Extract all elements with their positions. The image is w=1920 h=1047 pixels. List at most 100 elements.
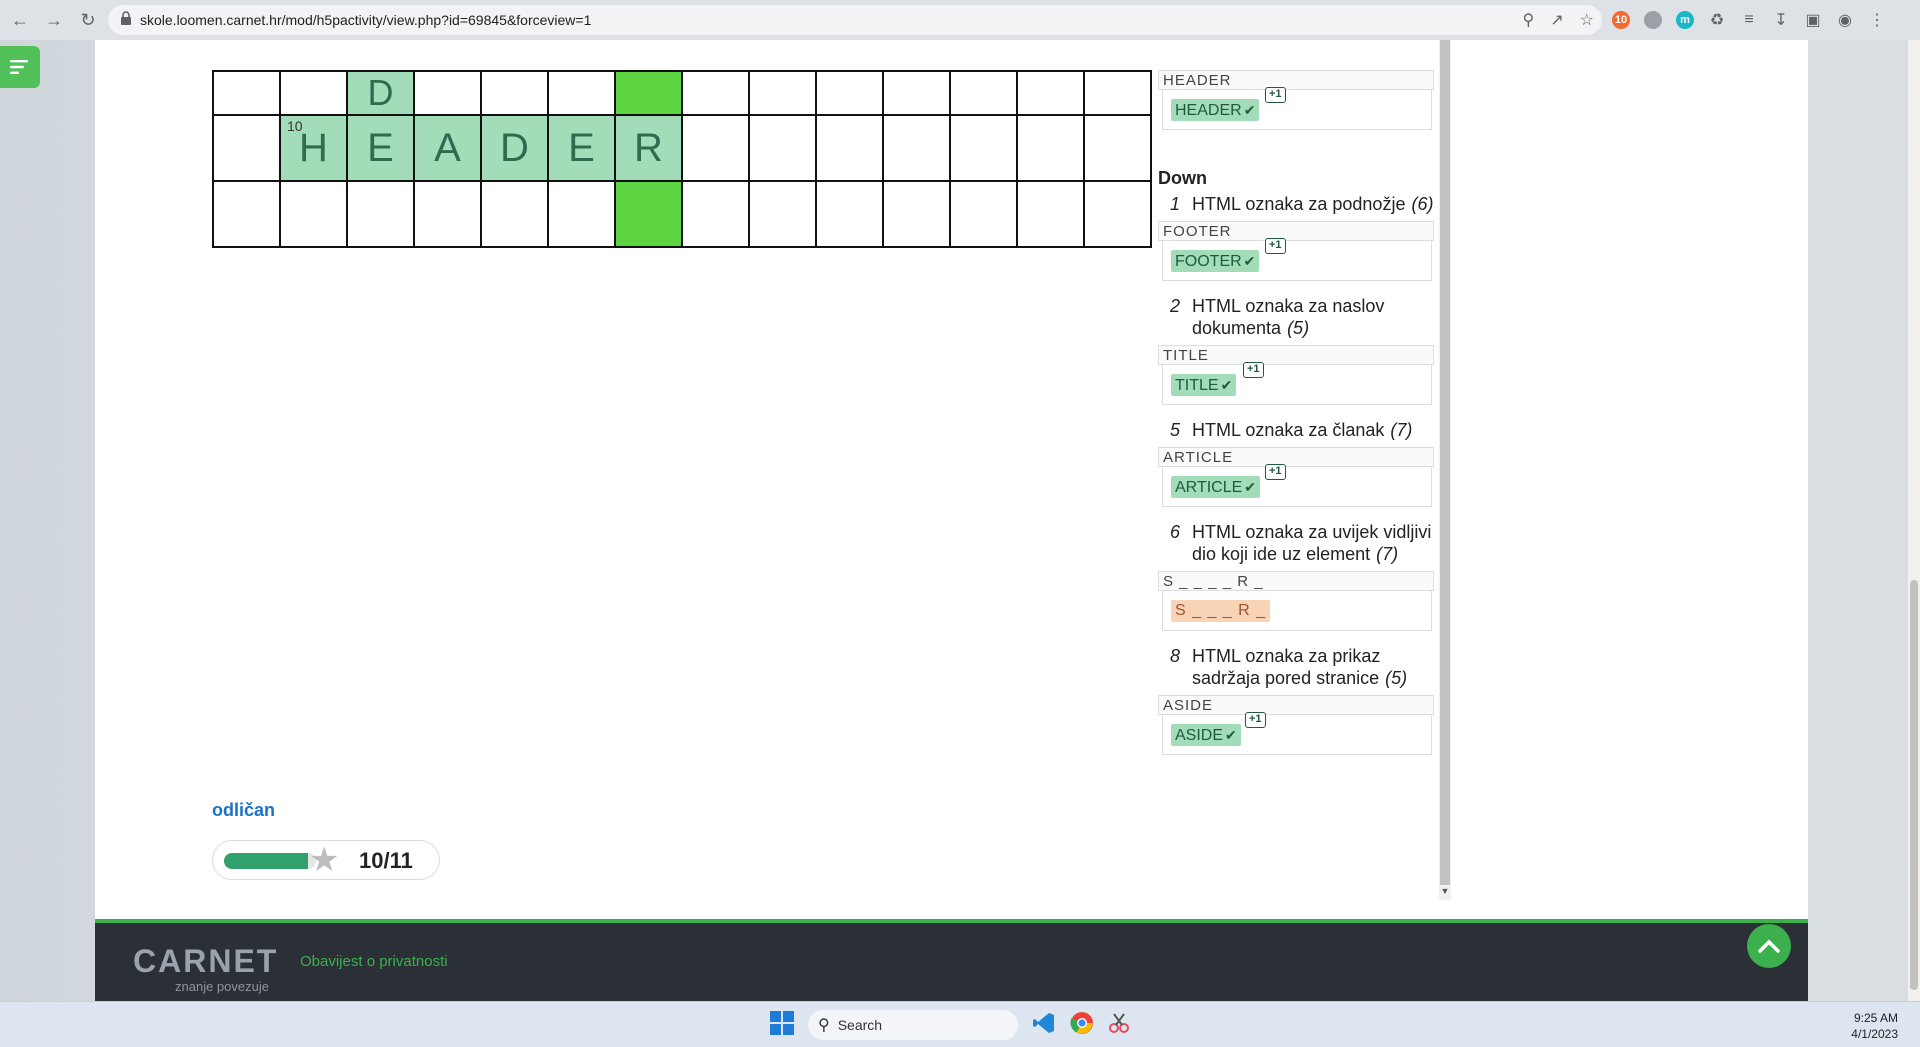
- grid-cell[interactable]: [748, 114, 817, 182]
- grid-cell[interactable]: [882, 114, 951, 182]
- grid-cell[interactable]: [480, 70, 549, 116]
- windows-start-icon[interactable]: [770, 1010, 794, 1040]
- answer-label: ASIDE: [1158, 695, 1434, 715]
- clue-across-header: HEADER HEADER ✔ +1: [1158, 70, 1438, 130]
- grid-cell[interactable]: D: [346, 70, 415, 116]
- grid-cell[interactable]: [748, 180, 817, 248]
- search-label: Search: [837, 1017, 883, 1033]
- privacy-link[interactable]: Obavijest o privatnosti: [300, 953, 448, 970]
- share-icon[interactable]: ↗: [1550, 10, 1563, 30]
- grid-cell[interactable]: [212, 180, 281, 248]
- carnet-logo[interactable]: CARNET: [133, 943, 278, 980]
- checkmark-icon: ✔: [1243, 102, 1256, 118]
- page-scrollbar[interactable]: [1908, 40, 1920, 1001]
- course-index-toggle[interactable]: [0, 46, 40, 88]
- scrollbar-thumb[interactable]: [1440, 40, 1450, 885]
- answer-box: FOOTER ✔ +1: [1162, 238, 1432, 281]
- download-icon[interactable]: ↧: [1772, 11, 1790, 29]
- grid-cell[interactable]: [815, 70, 884, 116]
- grid-cell[interactable]: [346, 180, 415, 248]
- grid-cell[interactable]: 10 H: [279, 114, 348, 182]
- grid-cell[interactable]: [1016, 114, 1085, 182]
- extension-icon[interactable]: 10: [1612, 11, 1630, 29]
- grid-cell[interactable]: [1083, 70, 1152, 116]
- grid-cell[interactable]: [1016, 70, 1085, 116]
- vscode-icon[interactable]: [1032, 1011, 1056, 1040]
- down-heading: Down: [1158, 168, 1207, 188]
- grid-cell[interactable]: D: [480, 114, 549, 182]
- score-progress-fill: [224, 853, 308, 869]
- checkmark-icon: ✔: [1243, 253, 1256, 269]
- answer-label: ARTICLE: [1158, 447, 1434, 467]
- answer-chip: ARTICLE ✔: [1171, 476, 1261, 498]
- chevron-up-icon: [1758, 939, 1780, 953]
- url-text[interactable]: skole.loomen.carnet.hr/mod/h5pactivity/v…: [140, 12, 591, 28]
- clue-item: 1 HTML oznaka za podnožje (6) FOOTER FOOTE…: [1158, 193, 1438, 281]
- zoom-icon[interactable]: ⚲: [1523, 10, 1535, 30]
- profile-icon[interactable]: ◉: [1836, 11, 1854, 29]
- grid-cell[interactable]: [212, 70, 281, 116]
- side-panel-icon[interactable]: ▣: [1804, 11, 1822, 29]
- forward-arrow-icon[interactable]: →: [40, 6, 68, 34]
- grid-cell[interactable]: [1083, 114, 1152, 182]
- grid-cell[interactable]: [949, 180, 1018, 248]
- cell-letter: H: [299, 125, 328, 170]
- clue-text: HTML oznaka za prikaz sadržaja pored str…: [1192, 646, 1381, 688]
- snipping-tool-icon[interactable]: [1108, 1012, 1130, 1039]
- media-icon[interactable]: ≡: [1740, 11, 1758, 29]
- chrome-icon[interactable]: [1070, 1011, 1094, 1040]
- grid-cell[interactable]: [279, 180, 348, 248]
- system-clock[interactable]: 9:25 AM 4/1/2023: [1851, 1010, 1898, 1042]
- clues-scrollbar[interactable]: ▼: [1439, 40, 1451, 900]
- extension-icon[interactable]: m: [1676, 11, 1694, 29]
- answer-label: HEADER: [1158, 70, 1434, 90]
- grid-cell[interactable]: [547, 70, 616, 116]
- grid-cell[interactable]: [480, 180, 549, 248]
- grid-cell[interactable]: R: [614, 114, 683, 182]
- menu-lines-icon: [10, 60, 28, 74]
- grid-cell[interactable]: [1016, 180, 1085, 248]
- grid-cell[interactable]: [413, 70, 482, 116]
- page-scrollbar-thumb[interactable]: [1910, 580, 1918, 990]
- grid-cell[interactable]: [748, 70, 817, 116]
- grid-cell[interactable]: [614, 180, 683, 248]
- grid-cell[interactable]: [279, 70, 348, 116]
- grid-cell[interactable]: E: [346, 114, 415, 182]
- shield-extension-icon[interactable]: [1644, 11, 1662, 29]
- menu-dots-icon[interactable]: ⋮: [1868, 11, 1886, 29]
- clue-length: (7): [1390, 420, 1413, 440]
- scroll-down-arrow-icon[interactable]: ▼: [1439, 886, 1451, 900]
- answer-label: TITLE: [1158, 345, 1434, 365]
- grid-cell[interactable]: [614, 70, 683, 116]
- grid-cell[interactable]: [681, 114, 750, 182]
- taskbar-search[interactable]: ⚲ Search: [808, 1010, 1018, 1040]
- grid-cell[interactable]: [815, 114, 884, 182]
- bookmark-star-icon[interactable]: ☆: [1580, 10, 1594, 30]
- answer-text: FOOTER: [1175, 253, 1242, 270]
- puzzle-icon[interactable]: ♻: [1708, 11, 1726, 29]
- grid-cell[interactable]: [949, 114, 1018, 182]
- search-icon: ⚲: [818, 1017, 830, 1034]
- grid-cell[interactable]: [547, 180, 616, 248]
- grid-cell[interactable]: [1083, 180, 1152, 248]
- grid-cell[interactable]: [949, 70, 1018, 116]
- points-badge: +1: [1243, 362, 1264, 378]
- grid-cell[interactable]: [815, 180, 884, 248]
- grid-cell[interactable]: [681, 180, 750, 248]
- clue-item: 6 HTML oznaka za uvijek vidljivi dio koji…: [1158, 521, 1438, 631]
- grid-cell[interactable]: [882, 180, 951, 248]
- reload-icon[interactable]: ↻: [74, 6, 102, 34]
- grid-cell[interactable]: [212, 114, 281, 182]
- back-to-top-button[interactable]: [1747, 924, 1791, 968]
- grid-cell[interactable]: E: [547, 114, 616, 182]
- grid-cell[interactable]: [882, 70, 951, 116]
- grid-cell[interactable]: [413, 180, 482, 248]
- answer-box: S _ _ _ R _: [1162, 591, 1432, 631]
- back-arrow-icon[interactable]: ←: [6, 6, 34, 34]
- grid-cell[interactable]: A: [413, 114, 482, 182]
- answer-text: ARTICLE: [1175, 479, 1243, 496]
- grid-cell[interactable]: [681, 70, 750, 116]
- footer: CARNET znanje povezuje Obavijest o priva…: [95, 923, 1808, 1001]
- address-bar[interactable]: skole.loomen.carnet.hr/mod/h5pactivity/v…: [108, 5, 1602, 35]
- answer-box: HEADER ✔ +1: [1162, 87, 1432, 130]
